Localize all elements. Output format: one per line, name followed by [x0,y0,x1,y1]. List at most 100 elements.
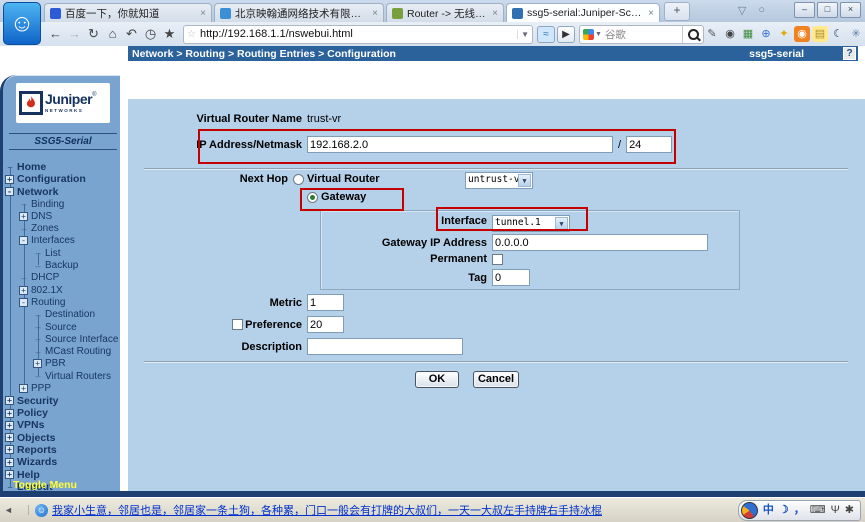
metric-input[interactable] [307,294,344,311]
expander-icon[interactable]: + [19,286,28,295]
url-dropdown-icon[interactable]: ▼ [517,30,529,39]
sidebar-item-source-interface[interactable]: –Source Interface [3,333,120,345]
ime-language-icon[interactable]: 中 [763,501,774,520]
browser-menu-button[interactable]: ☺ [3,2,41,45]
bookmark-star-icon[interactable]: ☆ [187,29,196,40]
sidebar-item-dns[interactable]: +DNS [3,210,120,222]
back-icon[interactable]: ← [46,26,65,42]
expander-icon[interactable]: - [19,236,28,245]
help-button[interactable]: ? [843,47,856,60]
search-go-button[interactable] [682,26,703,43]
sidebar-item-binding[interactable]: –Binding [3,198,120,210]
tab-[interactable]: 北京映翰通网络技术有限公司× [214,3,384,22]
status-message-link[interactable]: 我家小生意，邻居也是，邻居家一条土狗，各种累，门口一般会有打牌的大叔们，一天一大… [52,502,602,518]
night-mode-icon[interactable]: ☾ [830,26,846,42]
sidebar-item-policy[interactable]: +Policy [3,407,120,419]
history-icon[interactable]: ◷ [141,26,160,42]
preference-input[interactable] [307,316,344,333]
ime-mic-icon[interactable]: Ψ [831,501,840,520]
search-input[interactable]: 谷歌 [605,27,682,42]
sidebar-item-dhcp[interactable]: –DHCP [3,272,120,284]
sidebar-item-source[interactable]: –Source [3,321,120,333]
ime-fullwidth-moon-icon[interactable]: ☽ [779,501,789,520]
virtual-router-select[interactable]: untrust-vr ▼ [465,172,533,189]
search-engine-icon[interactable] [583,29,594,40]
notes-icon[interactable]: ▤ [812,26,828,42]
expander-icon[interactable]: + [19,384,28,393]
ip-address-input[interactable] [307,136,613,153]
new-tab-button[interactable]: + [664,2,690,21]
speed-dial-icon[interactable]: ≈ [537,26,555,43]
url-text[interactable]: http://192.168.1.1/nswebui.html [200,28,517,40]
sidebar-item-home[interactable]: –Home [3,161,120,173]
permanent-checkbox[interactable] [492,254,503,265]
expander-icon[interactable]: + [5,409,14,418]
address-bar[interactable]: ☆ http://192.168.1.1/nswebui.html ▼ [183,25,533,44]
expander-icon[interactable]: + [5,433,14,442]
description-input[interactable] [307,338,463,355]
expander-icon[interactable]: + [5,470,14,479]
sidebar-item-ppp[interactable]: +PPP [3,382,120,394]
expander-icon[interactable]: - [19,298,28,307]
sidebar-item-backup[interactable]: –Backup [3,259,120,271]
ime-punctuation-icon[interactable]: ， [794,501,805,520]
sidebar-item-destination[interactable]: –Destination [3,309,120,321]
gateway-radio[interactable] [307,192,318,203]
sidebar-item-mcast-routing[interactable]: –MCast Routing [3,345,120,357]
rss-icon[interactable]: ◉ [794,26,810,42]
reload-icon[interactable]: ↻ [84,26,103,42]
cancel-button[interactable]: Cancel [473,371,519,388]
forward-icon[interactable]: → [65,26,84,42]
tag-input[interactable] [492,269,530,286]
tab-close-icon[interactable]: × [372,8,378,19]
minimize-button[interactable]: – [794,2,815,18]
sidebar-item-virtual-routers[interactable]: –Virtual Routers [3,370,120,382]
gallery-icon[interactable]: ▦ [740,26,756,42]
expander-icon[interactable]: + [19,212,28,221]
tab-router[interactable]: Router -> 无线路由器× [386,3,504,22]
netmask-input[interactable] [626,136,672,153]
search-box[interactable]: ▼ 谷歌 [579,25,704,44]
search-engine-dropdown-icon[interactable]: ▼ [595,31,602,38]
close-button[interactable]: × [840,2,861,18]
theme-icon[interactable]: ○ [758,4,765,17]
photo-zoom-icon[interactable]: ⊕ [758,26,774,42]
interface-select[interactable]: tunnel.1 ▼ [492,215,570,232]
addon-flower-icon[interactable]: ✳ [848,26,864,42]
expander-icon[interactable]: + [33,359,42,368]
paint-icon[interactable]: ✦ [776,26,792,42]
expander-icon[interactable]: + [5,421,14,430]
expander-icon[interactable]: + [5,396,14,405]
tab-close-icon[interactable]: × [492,8,498,19]
ok-button[interactable]: OK [415,371,459,388]
sidebar-item-objects[interactable]: +Objects [3,432,120,444]
undo-icon[interactable]: ↶ [122,26,141,42]
expander-icon[interactable]: - [5,187,14,196]
tab-[interactable]: 百度一下，你就知道× [44,3,212,22]
virtual-router-radio[interactable] [293,174,304,185]
sidebar-item-zones[interactable]: –Zones [3,222,120,234]
chevron-down-icon[interactable]: ▼ [555,217,568,230]
sidebar-item-security[interactable]: +Security [3,395,120,407]
chevron-down-icon[interactable]: ▼ [518,174,531,187]
gateway-ip-input[interactable] [492,234,708,251]
preference-checkbox[interactable] [232,319,243,330]
maximize-button[interactable]: □ [817,2,838,18]
sidebar-item-list[interactable]: –List [3,247,120,259]
edit-icon[interactable]: ✎ [704,26,720,42]
notifications-icon[interactable]: ▽ [738,4,746,17]
sidebar-item-802-1x[interactable]: +802.1X [3,284,120,296]
sidebar-item-pbr[interactable]: +PBR [3,358,120,370]
screenshot-icon[interactable]: ◉ [722,26,738,42]
expander-icon[interactable]: + [5,175,14,184]
bookmark-icon[interactable]: ★ [160,26,179,42]
sidebar-item-configuration[interactable]: +Configuration [3,173,120,185]
sidebar-item-routing[interactable]: -Routing [3,296,120,308]
expander-icon[interactable]: + [5,458,14,467]
expander-icon[interactable]: + [5,445,14,454]
sidebar-item-interfaces[interactable]: -Interfaces [3,235,120,247]
toggle-menu-link[interactable]: Toggle Menu [13,479,77,491]
tab-close-icon[interactable]: × [648,8,654,19]
ime-settings-icon[interactable]: ✱ [845,501,854,520]
tab-close-icon[interactable]: × [200,8,206,19]
